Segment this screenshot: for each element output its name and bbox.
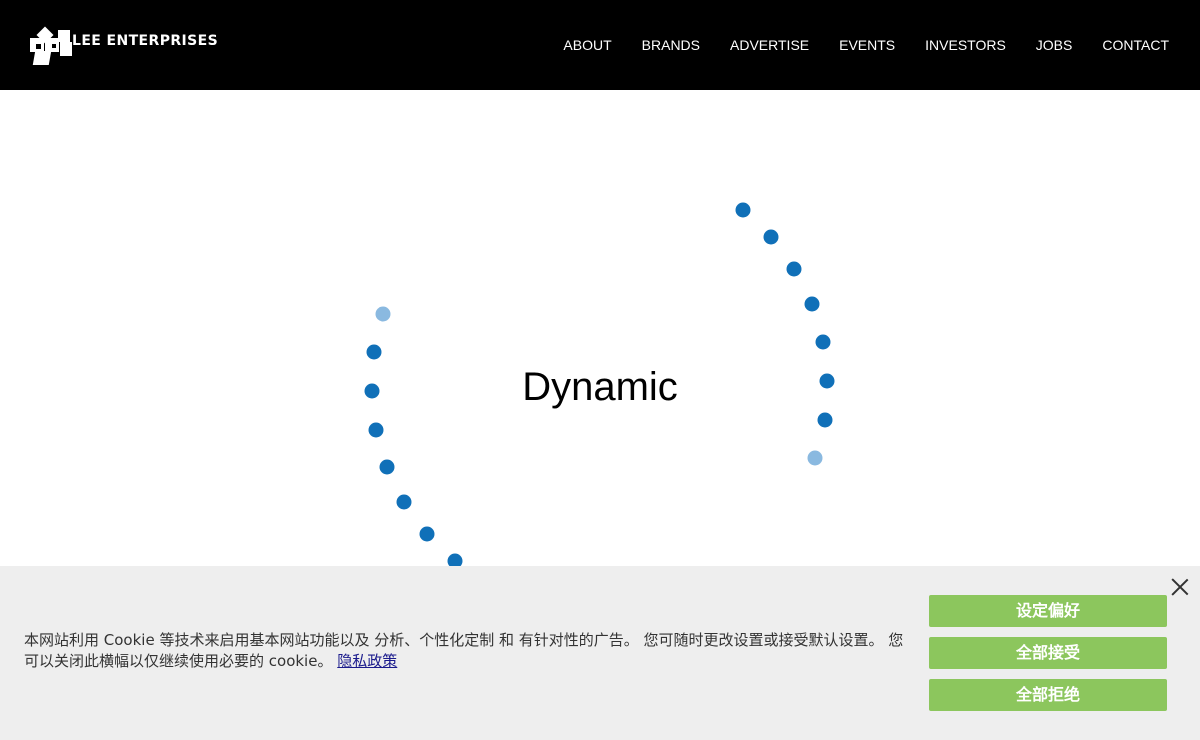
- spinner-dot: [735, 202, 751, 218]
- spinner-dot: [815, 334, 831, 350]
- spinner-dot: [396, 494, 412, 510]
- hero-animation: Dynamic: [0, 90, 1200, 566]
- privacy-policy-link[interactable]: 隐私政策: [337, 652, 397, 670]
- spinner-dot: [375, 306, 391, 322]
- spinner-dot: [786, 261, 802, 277]
- spinner-dot: [419, 526, 435, 542]
- loading-dots-ring: [364, 202, 835, 566]
- cookie-message-text: 本网站利用 Cookie 等技术来启用基本网站功能以及 分析、个性化定制 和 有…: [24, 631, 904, 670]
- site-header: LEE ENTERPRISES ABOUT BRANDS ADVERTISE E…: [0, 0, 1200, 90]
- nav-jobs[interactable]: JOBS: [1036, 36, 1073, 54]
- nav-advertise[interactable]: ADVERTISE: [730, 36, 809, 54]
- spinner-dot: [379, 459, 395, 475]
- nav-contact[interactable]: CONTACT: [1102, 36, 1169, 54]
- close-icon[interactable]: [1171, 578, 1189, 596]
- spinner-dot: [447, 553, 463, 566]
- main-nav: ABOUT BRANDS ADVERTISE EVENTS INVESTORS …: [563, 36, 1169, 54]
- set-preferences-button[interactable]: 设定偏好: [929, 595, 1167, 627]
- cookie-message: 本网站利用 Cookie 等技术来启用基本网站功能以及 分析、个性化定制 和 有…: [24, 630, 909, 672]
- spinner-dot: [368, 422, 384, 438]
- reject-all-button[interactable]: 全部拒绝: [929, 679, 1167, 711]
- nav-investors[interactable]: INVESTORS: [925, 36, 1006, 54]
- spinner-dot: [807, 450, 823, 466]
- nav-events[interactable]: EVENTS: [839, 36, 895, 54]
- nav-brands[interactable]: BRANDS: [642, 36, 700, 54]
- hero-word: Dynamic: [522, 365, 678, 409]
- accept-all-button[interactable]: 全部接受: [929, 637, 1167, 669]
- lee-enterprises-logo[interactable]: LEE ENTERPRISES: [30, 24, 250, 66]
- spinner-dot: [364, 383, 380, 399]
- spinner-dot: [763, 229, 779, 245]
- spinner-dot: [366, 344, 382, 360]
- spinner-dot: [819, 373, 835, 389]
- logo-text: LEE ENTERPRISES: [72, 33, 219, 49]
- cookie-banner: 本网站利用 Cookie 等技术来启用基本网站功能以及 分析、个性化定制 和 有…: [0, 566, 1200, 740]
- spinner-dot: [817, 412, 833, 428]
- nav-about[interactable]: ABOUT: [563, 36, 611, 54]
- spinner-dot: [804, 296, 820, 312]
